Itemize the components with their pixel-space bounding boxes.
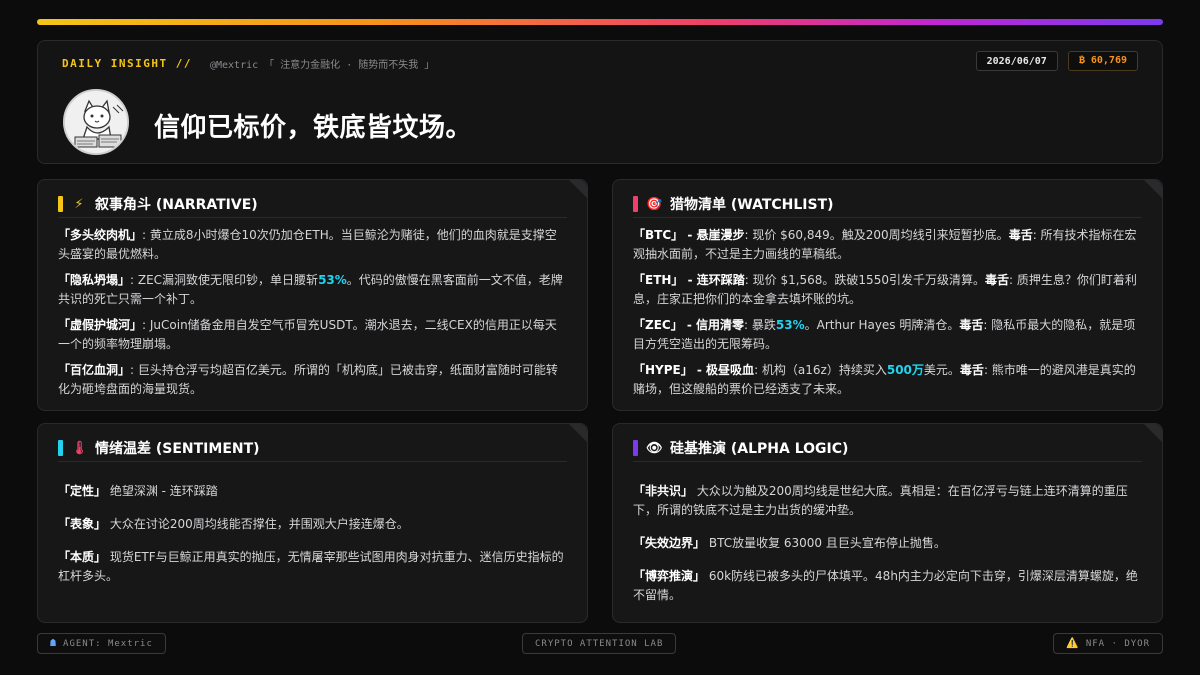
date-badge: 2026/06/07 bbox=[975, 51, 1058, 71]
alpha-title: 硅基推演 (ALPHA LOGIC) bbox=[670, 441, 849, 457]
list-item: 「ETH」 - 连环踩踏: 现价 $1,568。跌破1550引发千万级清算。毒舌… bbox=[633, 273, 1137, 306]
alpha-accent-bar bbox=[633, 440, 638, 456]
list-item: 「失效边界」 BTC放量收复 63000 且巨头宣布停止抛售。 bbox=[633, 536, 946, 550]
disclaimer-label: NFA · DYOR bbox=[1085, 638, 1150, 649]
daily-insight-label: DAILY INSIGHT // bbox=[62, 57, 192, 70]
list-item: 「隐私坍塌」: ZEC漏洞致使无限印钞，单日腰斩53%。代码的傲慢在黑客面前一文… bbox=[58, 273, 563, 306]
sentiment-header: 🌡 情绪温差 (SENTIMENT) bbox=[58, 436, 567, 460]
list-item: 「定性」 绝望深渊 - 连环踩踏 bbox=[58, 484, 218, 498]
disclaimer-badge: ⚠️ NFA · DYOR bbox=[1053, 633, 1163, 654]
list-item: 「百亿血洞」: 巨头持仓浮亏均超百亿美元。所谓的「机构底」已被击穿，纸面财富随时… bbox=[58, 363, 558, 396]
lab-badge: CRYPTO ATTENTION LAB bbox=[522, 633, 677, 654]
watchlist-accent-bar bbox=[633, 196, 638, 212]
gradient-top-bar bbox=[37, 19, 1163, 25]
list-item: 「HYPE」 - 极昼吸血: 机构（a16z）持续买入500万美元。毒舌: 熊市… bbox=[633, 363, 1136, 396]
headline: 信仰已标价，铁底皆坟场。 bbox=[154, 113, 473, 143]
watchlist-list: 「BTC」 - 悬崖漫步: 现价 $60,849。触及200周均线引来短暂抄底。… bbox=[633, 226, 1142, 406]
robot-icon: ☗ bbox=[50, 638, 58, 649]
narrative-title: 叙事角斗 (NARRATIVE) bbox=[95, 197, 258, 213]
list-item: 「表象」 大众在讨论200周均线能否撑住，并围观大户接连爆仓。 bbox=[58, 517, 409, 531]
narrative-card: ⚡ 叙事角斗 (NARRATIVE) 「多头绞肉机」: 黄立成8小时爆仓10次仍… bbox=[37, 179, 588, 411]
sentiment-title: 情绪温差 (SENTIMENT) bbox=[95, 441, 260, 457]
cat-avatar-icon bbox=[63, 89, 129, 155]
list-item: 「本质」 现货ETF与巨鲸正用真实的抛压，无情屠宰那些试图用肉身对抗重力、迷信历… bbox=[58, 550, 564, 583]
narrative-accent-bar bbox=[58, 196, 63, 212]
btc-price-badge: ₿ 60,769 bbox=[1067, 51, 1138, 71]
list-item: 「多头绞肉机」: 黄立成8小时爆仓10次仍加仓ETH。当巨鲸沦为赌徒，他们的血肉… bbox=[58, 228, 557, 261]
warning-icon: ⚠️ bbox=[1066, 638, 1080, 649]
narrative-list: 「多头绞肉机」: 黄立成8小时爆仓10次仍加仓ETH。当巨鲸沦为赌徒，他们的血肉… bbox=[58, 226, 567, 406]
header-badges: 2026/06/07 ₿ 60,769 bbox=[975, 51, 1138, 71]
lab-label: CRYPTO ATTENTION LAB bbox=[535, 638, 664, 649]
eye-icon: 👁 bbox=[646, 440, 663, 456]
author-handle: @Mextric 「 注意力金融化 · 随势而不失我 」 bbox=[209, 60, 435, 71]
sentiment-card: 🌡 情绪温差 (SENTIMENT) 「定性」 绝望深渊 - 连环踩踏 「表象」… bbox=[37, 423, 588, 623]
watchlist-title: 猎物清单 (WATCHLIST) bbox=[670, 197, 834, 213]
divider bbox=[633, 461, 1142, 462]
narrative-header: ⚡ 叙事角斗 (NARRATIVE) bbox=[58, 192, 567, 216]
list-item: 「虚假护城河」: JuCoin储备金用自发空气币冒充USDT。潮水退去，二线CE… bbox=[58, 318, 557, 351]
agent-badge: ☗ AGENT: Mextric bbox=[37, 633, 166, 654]
list-item: 「博弈推演」 60k防线已被多头的尸体填平。48h内主力必定向下击穿，引爆深层清… bbox=[633, 569, 1138, 602]
sentiment-list: 「定性」 绝望深渊 - 连环踩踏 「表象」 大众在讨论200周均线能否撑住，并围… bbox=[58, 482, 567, 600]
list-item: 「BTC」 - 悬崖漫步: 现价 $60,849。触及200周均线引来短暂抄底。… bbox=[633, 228, 1137, 261]
thermometer-icon: 🌡 bbox=[71, 440, 88, 456]
agent-label: AGENT: Mextric bbox=[63, 638, 153, 649]
list-item: 「非共识」 大众以为触及200周均线是世纪大底。真相是：在百亿浮亏与链上连环清算… bbox=[633, 484, 1128, 517]
tagline: DAILY INSIGHT // @Mextric 「 注意力金融化 · 随势而… bbox=[62, 56, 434, 71]
watchlist-card: 🎯 猎物清单 (WATCHLIST) 「BTC」 - 悬崖漫步: 现价 $60,… bbox=[612, 179, 1163, 411]
watchlist-header: 🎯 猎物清单 (WATCHLIST) bbox=[633, 192, 1142, 216]
divider bbox=[58, 461, 567, 462]
divider bbox=[58, 217, 567, 218]
alpha-header: 👁 硅基推演 (ALPHA LOGIC) bbox=[633, 436, 1142, 460]
header-card: DAILY INSIGHT // @Mextric 「 注意力金融化 · 随势而… bbox=[37, 40, 1163, 164]
alpha-logic-card: 👁 硅基推演 (ALPHA LOGIC) 「非共识」 大众以为触及200周均线是… bbox=[612, 423, 1163, 623]
target-icon: 🎯 bbox=[646, 196, 663, 212]
divider bbox=[633, 217, 1142, 218]
sentiment-accent-bar bbox=[58, 440, 63, 456]
lightning-icon: ⚡ bbox=[74, 196, 84, 212]
alpha-list: 「非共识」 大众以为触及200周均线是世纪大底。真相是：在百亿浮亏与链上连环清算… bbox=[633, 482, 1142, 619]
list-item: 「ZEC」 - 信用清零: 暴跌53%。Arthur Hayes 明牌清仓。毒舌… bbox=[633, 318, 1136, 351]
